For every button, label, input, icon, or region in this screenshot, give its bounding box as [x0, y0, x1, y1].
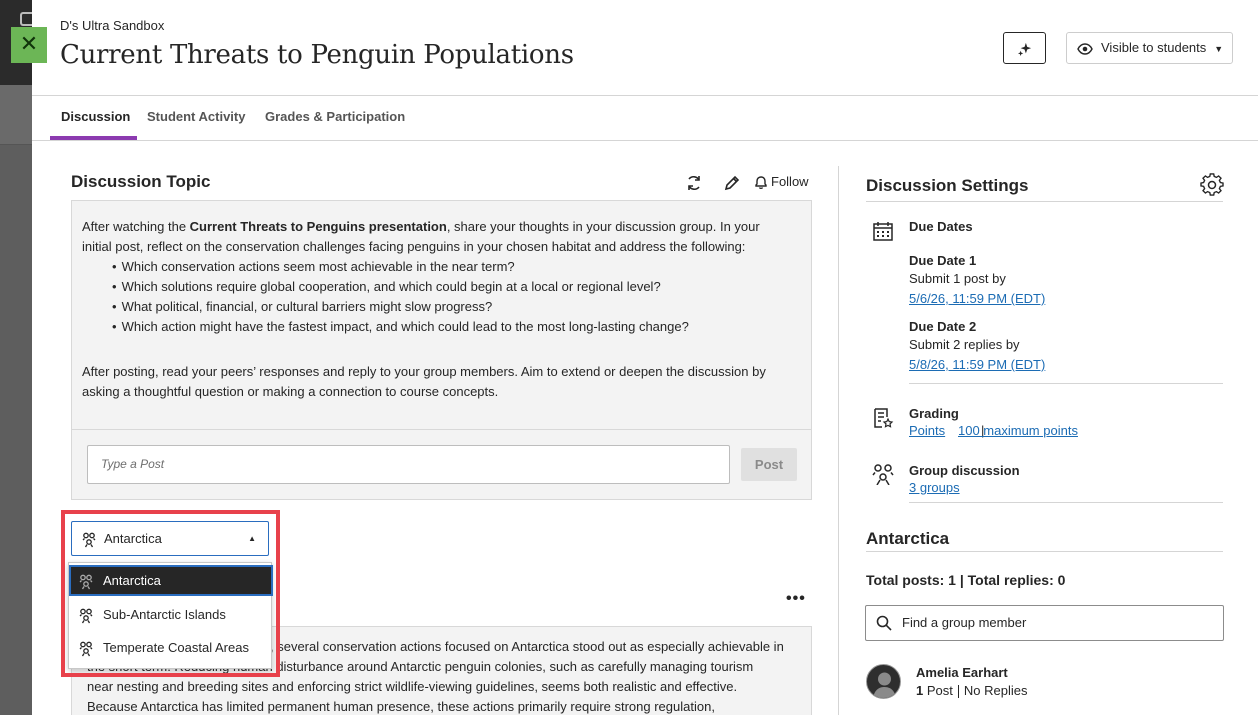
grading-type-link[interactable]: Points [909, 423, 945, 438]
tab-discussion[interactable]: Discussion [61, 109, 130, 124]
topic-bullet: What political, financial, or cultural b… [112, 297, 792, 317]
group-discussion-icon [872, 464, 894, 485]
due-dates-label: Due Dates [909, 219, 973, 234]
tabs-divider [32, 140, 1258, 141]
group-panel-heading: Antarctica [866, 529, 950, 548]
topic-intro: After watching the Current Threats to Pe… [82, 217, 792, 257]
person-silhouette-icon [873, 672, 896, 698]
group-option-label: Sub-Antarctic Islands [103, 607, 226, 622]
background-course-page [0, 0, 32, 715]
visibility-dropdown[interactable]: Visible to students ▼ [1066, 32, 1233, 64]
caret-up-icon: ▲ [248, 534, 256, 543]
page-title: Current Threats to Penguin Populations [60, 40, 574, 70]
due-date-2-label: Due Date 2 [909, 319, 977, 334]
group-options-menu: Antarctica Sub-Antarctic Islands Tempera… [68, 562, 273, 669]
group-option-sub-antarctic-islands[interactable]: Sub-Antarctic Islands [69, 599, 273, 630]
background-home-icon [20, 12, 32, 26]
background-panel [0, 85, 32, 145]
course-name: D's Ultra Sandbox [60, 18, 165, 33]
topic-intro-start: After watching the [82, 219, 190, 234]
member-stats: 1 Post No Replies [916, 683, 1028, 699]
grading-rubric-icon [874, 408, 894, 428]
due-date-1-text: Submit 1 post by [909, 271, 1006, 286]
topic-bullet: Which action might have the fastest impa… [112, 317, 792, 337]
grading-label: Grading [909, 406, 959, 421]
eye-icon [1077, 42, 1093, 55]
topic-intro-bold: Current Threats to Penguins presentation [189, 219, 447, 234]
tab-grades-participation[interactable]: Grades & Participation [265, 109, 405, 124]
edit-pencil-icon[interactable] [723, 174, 741, 192]
groups-link[interactable]: 3 groups [909, 480, 960, 495]
sparkle-icon [1017, 43, 1031, 57]
visibility-label: Visible to students [1101, 40, 1207, 55]
group-option-antarctica[interactable]: Antarctica [69, 565, 273, 596]
follow-button[interactable]: Follow [754, 174, 809, 190]
post-line: near nesting and breeding sites and enfo… [87, 679, 738, 694]
due-date-1-link[interactable]: 5/6/26, 11:59 PM (EDT) [909, 291, 1045, 306]
ai-assist-button[interactable] [1003, 32, 1046, 64]
topic-divider [72, 429, 811, 430]
member-posts-count: 1 [916, 683, 924, 698]
stats-separator [957, 685, 959, 699]
header-divider [32, 95, 1258, 96]
post-button[interactable]: Post [741, 448, 797, 481]
due-date-2-text: Submit 2 replies by [909, 337, 1020, 352]
bell-icon [755, 176, 767, 190]
group-select-dropdown[interactable]: Antarctica ▲ [71, 521, 269, 556]
group-icon [79, 608, 93, 623]
discussion-topic-box: After watching the Current Threats to Pe… [71, 200, 812, 500]
member-name[interactable]: Amelia Earhart [916, 665, 1008, 680]
discussion-settings-heading: Discussion Settings [866, 176, 1029, 195]
topic-closing: After posting, read your peers’ response… [82, 364, 766, 399]
due-date-2-link[interactable]: 5/8/26, 11:59 PM (EDT) [909, 357, 1045, 372]
topic-bullet: Which solutions require global cooperati… [112, 277, 792, 297]
group-select-value: Antarctica [104, 531, 162, 546]
group-option-label: Antarctica [103, 573, 161, 588]
group-option-temperate-coastal-areas[interactable]: Temperate Coastal Areas [69, 632, 273, 663]
grading-max-link[interactable]: 100 maximum points [958, 423, 1078, 438]
chevron-down-icon: ▼ [1214, 43, 1224, 54]
group-discussion-label: Group discussion [909, 463, 1020, 478]
member-posts-label: Post [926, 683, 953, 698]
discussion-topic-heading: Discussion Topic [71, 172, 211, 191]
groups-divider [909, 502, 1223, 503]
column-divider [838, 166, 839, 715]
post-more-options-button[interactable]: ••• [786, 590, 806, 608]
group-panel-divider [866, 551, 1223, 552]
search-icon [876, 615, 892, 631]
refresh-icon[interactable] [685, 174, 703, 192]
close-button[interactable]: ✕ [11, 27, 47, 63]
post-line: Because Antarctica has limited permanent… [87, 699, 715, 714]
due-dates-divider [909, 383, 1223, 384]
discussion-panel: D's Ultra Sandbox Current Threats to Pen… [32, 0, 1258, 715]
avatar[interactable] [866, 664, 901, 699]
gear-icon[interactable] [1200, 173, 1224, 197]
member-replies: No Replies [963, 683, 1028, 698]
group-icon [79, 574, 93, 589]
follow-label: Follow [771, 174, 809, 189]
group-icon [82, 532, 96, 547]
topic-bullet-list: Which conservation actions seem most ach… [112, 257, 792, 337]
topic-bullet: Which conservation actions seem most ach… [112, 257, 792, 277]
calendar-icon [873, 222, 893, 241]
group-icon [79, 641, 93, 656]
due-date-1-label: Due Date 1 [909, 253, 977, 268]
find-group-member-input[interactable]: Find a group member [865, 605, 1224, 641]
group-option-label: Temperate Coastal Areas [103, 640, 249, 655]
topic-prompt: After watching the Current Threats to Pe… [82, 217, 792, 402]
settings-divider [866, 201, 1223, 202]
group-totals: Total posts: 1 | Total replies: 0 [866, 572, 1066, 588]
post-input[interactable]: Type a Post [87, 445, 730, 484]
tab-student-activity[interactable]: Student Activity [147, 109, 245, 124]
